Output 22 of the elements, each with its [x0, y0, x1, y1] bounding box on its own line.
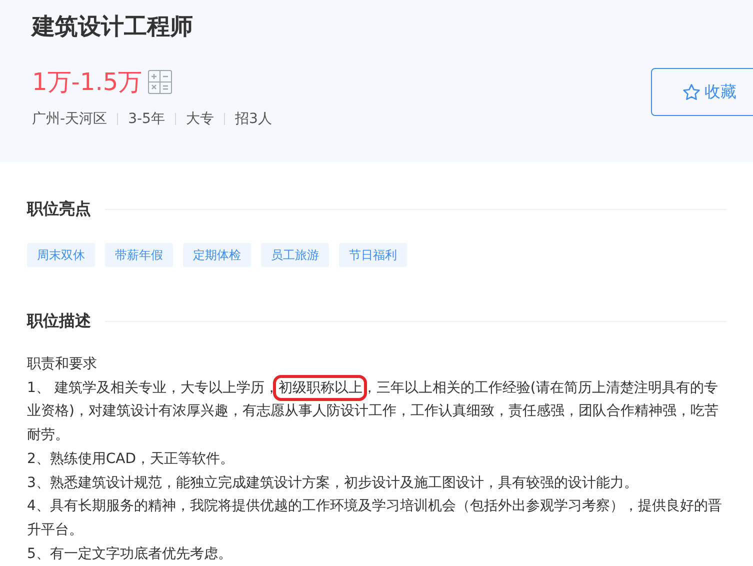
description-text: 1、 建筑学及相关专业，大专以上学历，初级职称以上，三年以上相关的工作经验(请在简历上清楚注明具有的专业资格)，对建筑设计有浓厚兴趣，有志愿从事人防设计工作，工作认真细致，责任感强，团队合作精神强，吃苦耐劳。 [27, 376, 727, 448]
benefit-tag: 带薪年假 [105, 243, 173, 267]
benefit-tag: 周末双休 [27, 243, 95, 267]
section-heading: 职位描述 [27, 310, 91, 332]
star-icon [682, 82, 700, 102]
description-text: 职责和要求 [27, 355, 98, 374]
description-text: 2、熟练使用CAD，天正等软件。 [27, 450, 236, 469]
description-text: 5、有一定文字功底者优先考虑。 [27, 544, 233, 564]
salary: 1万-1.5万 [32, 67, 142, 98]
section-heading: 职位亮点 [27, 198, 91, 220]
job-title: 建筑设计工程师 [32, 13, 194, 42]
description-text: 3、熟悉建筑设计规范，能独立完成建筑设计方案，初步设计及施工图设计，具有较强的设计能力。 [27, 474, 639, 493]
job-info: 招3人 [234, 110, 272, 128]
job-info: 3-5年 [128, 110, 165, 128]
job-info: 大专 [186, 110, 214, 128]
benefit-tag: 员工旅游 [261, 243, 329, 267]
benefit-tag: 节日福利 [339, 243, 407, 267]
benefit-tag: 定期体检 [183, 243, 251, 267]
job-info: 广州-天河区 [32, 110, 108, 128]
favorite-button[interactable]: 收藏 [651, 68, 753, 116]
description-text: 4、具有长期服务的精神，我院将提供优越的工作环境及学习培训机会（包括外出参观学习考察），提供良好的晋升平台。 [27, 497, 723, 540]
calculator-icon[interactable] [148, 70, 172, 94]
